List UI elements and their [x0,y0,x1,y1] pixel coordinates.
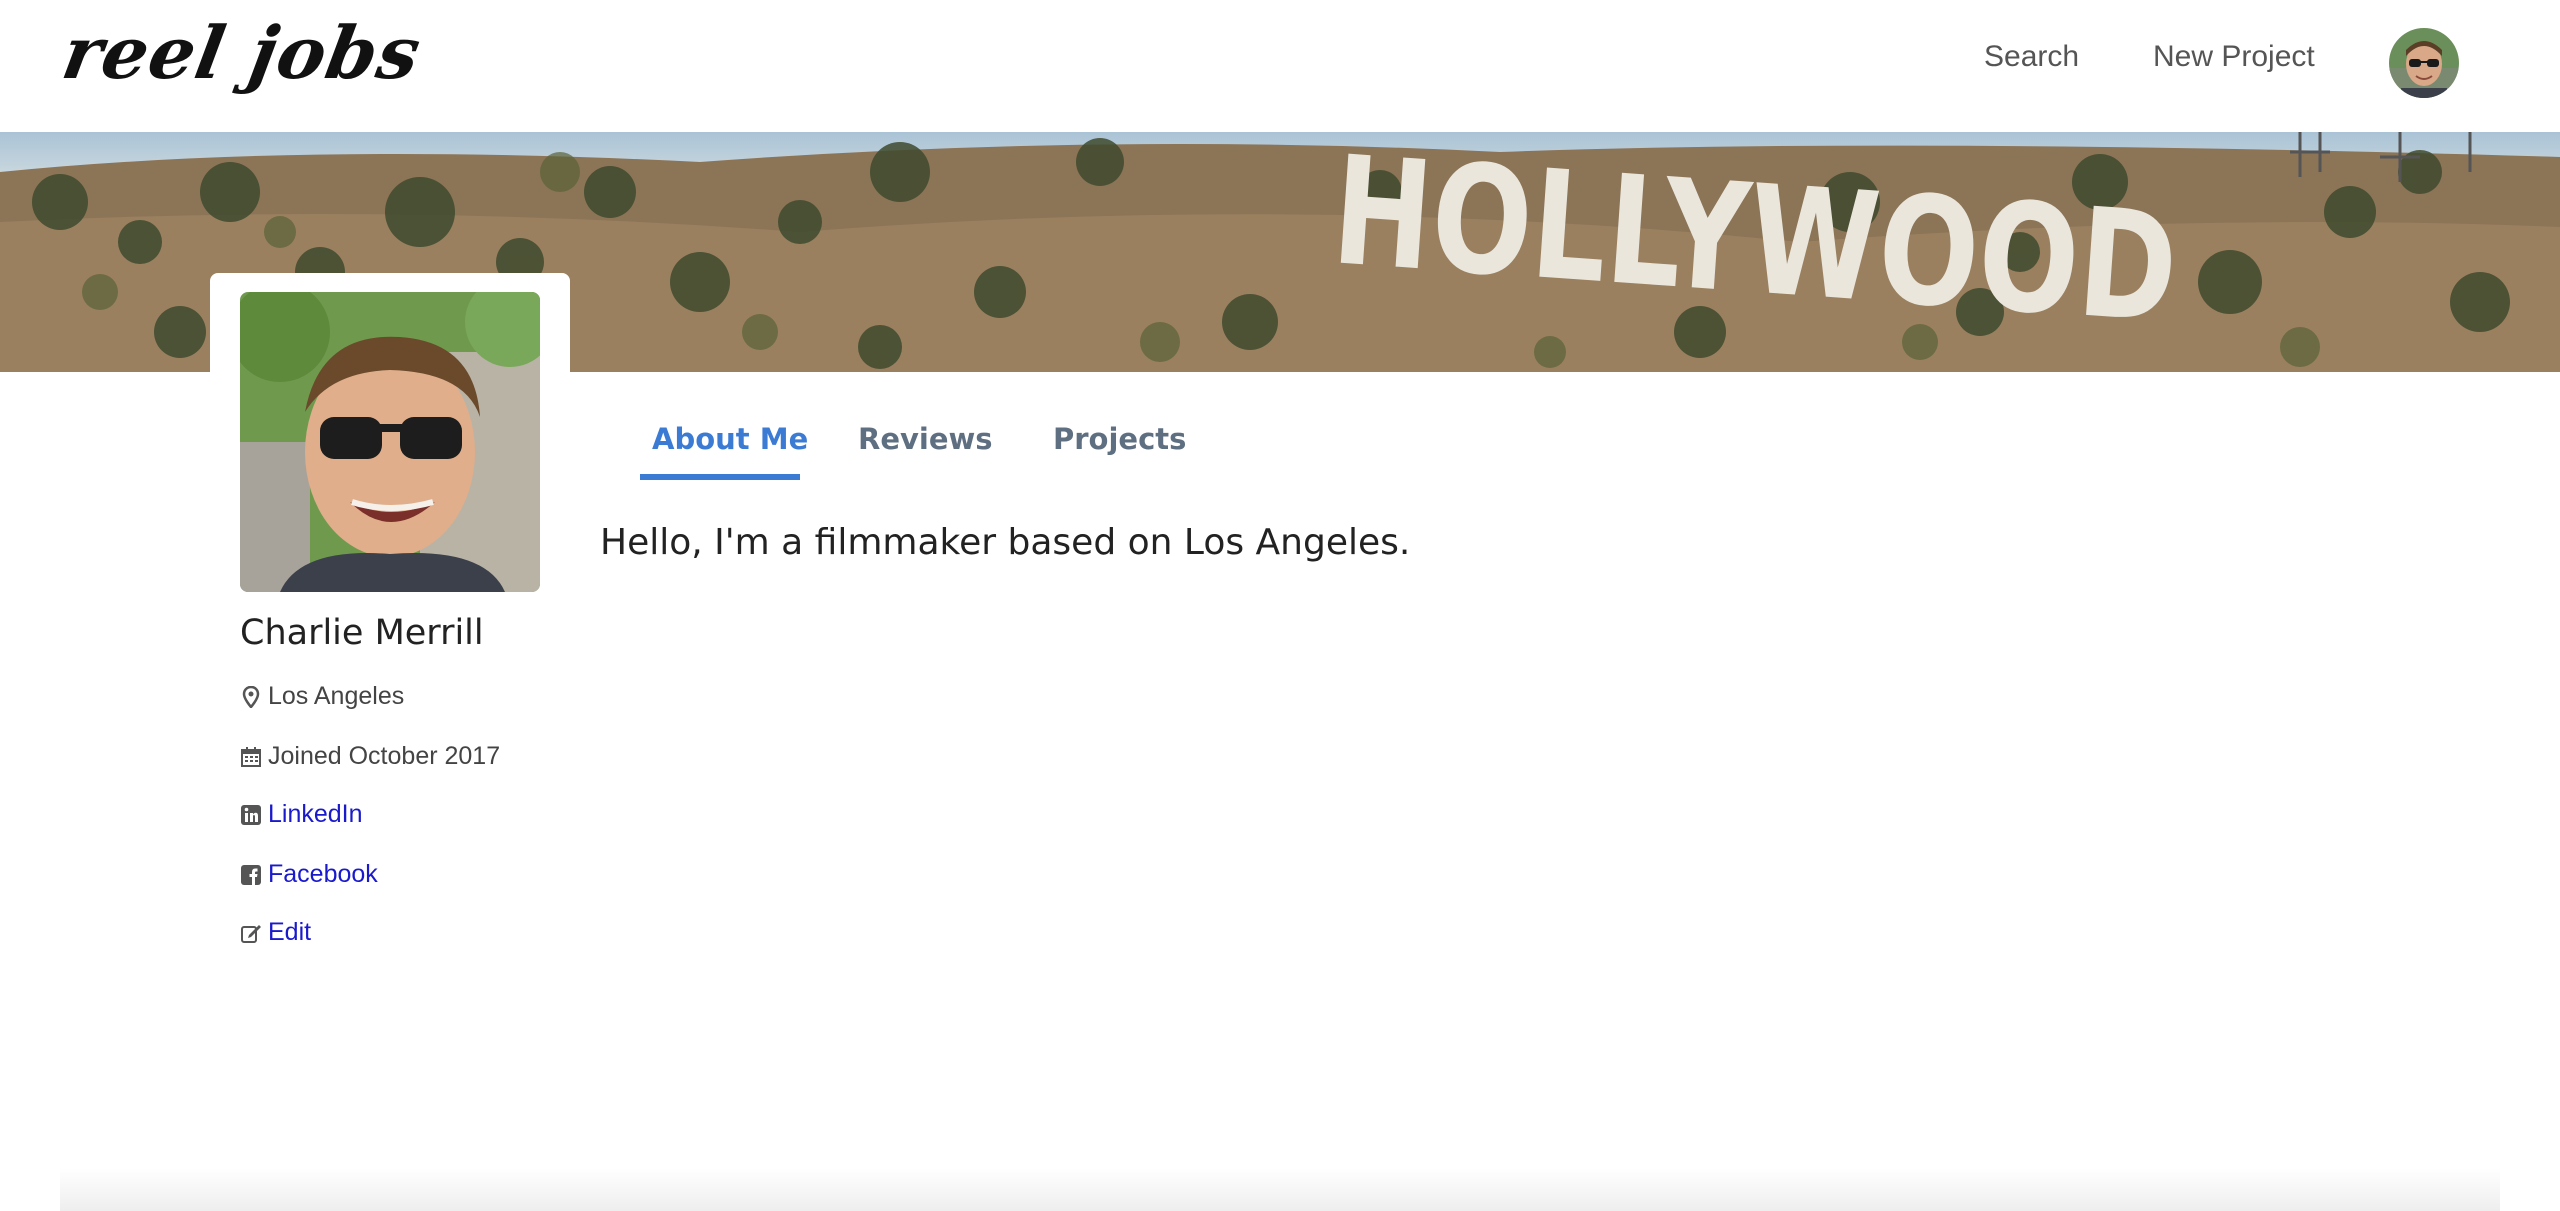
profile-photo [240,292,540,592]
edit-profile-link[interactable]: Edit [268,918,311,947]
top-navbar: reel jobs Search New Project [0,0,2560,132]
joined-text: Joined October 2017 [268,742,501,770]
about-me-text: Hello, I'm a filmmaker based on Los Ange… [600,522,1411,563]
nav-new-project-link[interactable]: New Project [2153,40,2315,74]
nav-search-link[interactable]: Search [1984,40,2079,74]
profile-photo-image [240,292,540,592]
location-text: Los Angeles [268,682,405,710]
footer-shadow [60,1168,2500,1211]
brand-logo[interactable]: reel jobs [57,10,428,95]
linkedin-link[interactable]: LinkedIn [268,800,363,829]
profile-linkedin: LinkedIn [240,800,363,829]
profile-edit: Edit [240,918,311,947]
tab-about-me[interactable]: About Me [652,422,808,456]
calendar-icon [240,746,262,768]
avatar-image [2389,28,2459,98]
profile-name: Charlie Merrill [240,613,484,653]
linkedin-icon [240,804,262,826]
facebook-link[interactable]: Facebook [268,860,378,889]
profile-joined: Joined October 2017 [240,742,500,771]
edit-icon [240,922,262,944]
facebook-icon [240,864,262,886]
map-marker-icon [240,685,262,709]
profile-location: Los Angeles [240,682,404,711]
active-tab-indicator [640,474,800,480]
profile-facebook: Facebook [240,860,378,889]
user-avatar[interactable] [2389,28,2459,98]
tab-reviews[interactable]: Reviews [858,422,993,456]
tab-projects[interactable]: Projects [1053,422,1186,456]
